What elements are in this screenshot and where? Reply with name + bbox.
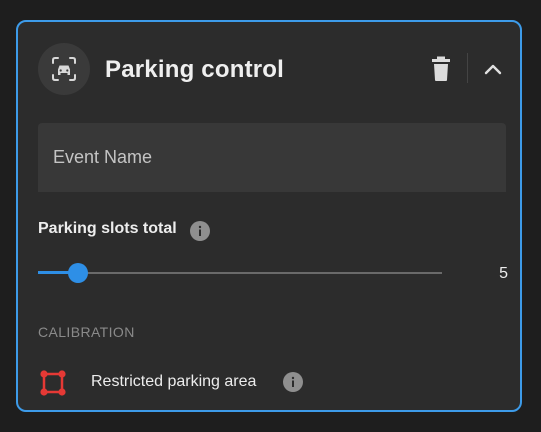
event-name-field <box>38 123 506 192</box>
card-title: Parking control <box>105 56 285 83</box>
event-name-input[interactable] <box>38 123 506 192</box>
car-scan-icon <box>38 43 90 95</box>
card-header: Parking control <box>38 43 502 95</box>
parking-control-card: Parking control Parking slots total 5 CA… <box>16 20 522 412</box>
chevron-up-icon <box>484 64 502 75</box>
slider-thumb[interactable] <box>68 263 88 283</box>
header-divider <box>467 53 468 83</box>
polygon-area-icon <box>40 370 66 396</box>
info-icon[interactable] <box>190 221 210 241</box>
calibration-section-label: CALIBRATION <box>38 324 135 340</box>
parking-slots-label: Parking slots total <box>38 220 177 237</box>
trash-icon <box>432 56 450 81</box>
parking-slots-slider[interactable] <box>38 262 442 284</box>
info-icon[interactable] <box>283 372 303 392</box>
collapse-button[interactable] <box>480 57 506 83</box>
parking-slots-value: 5 <box>499 265 508 282</box>
delete-button[interactable] <box>428 55 454 83</box>
slider-track <box>38 272 442 274</box>
restricted-parking-area-label: Restricted parking area <box>91 373 257 390</box>
